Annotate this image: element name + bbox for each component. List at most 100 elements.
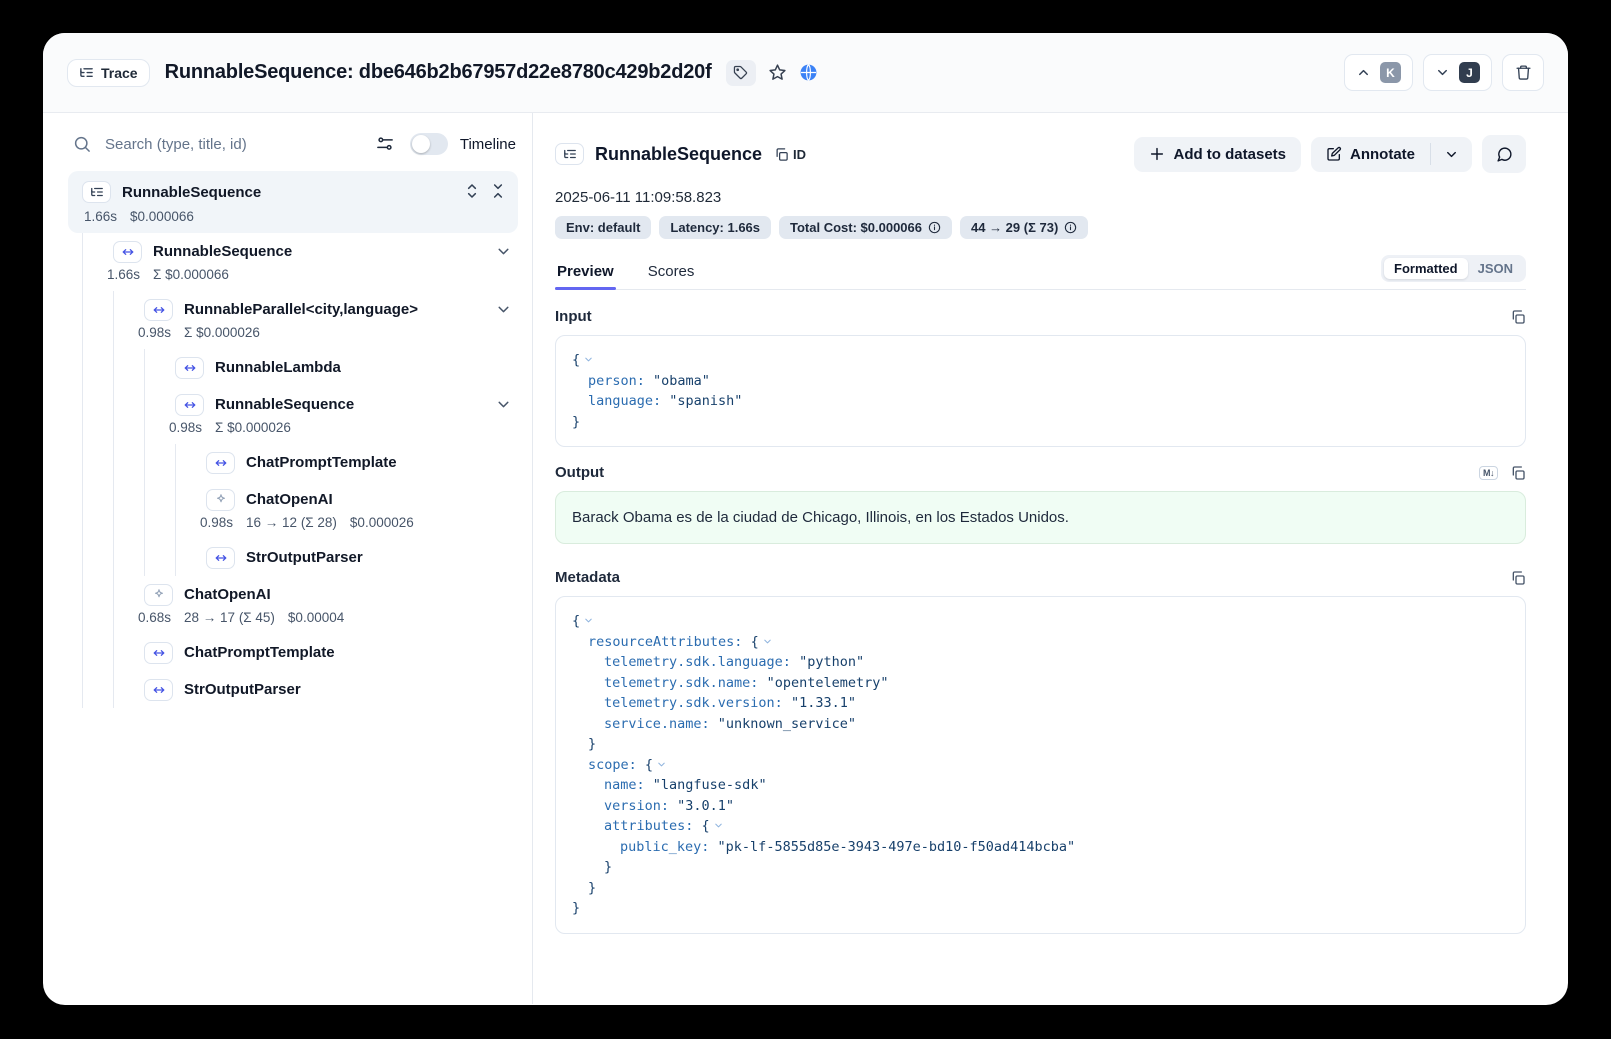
- input-section-label: Input: [555, 308, 592, 325]
- env-badge: Env: default: [555, 216, 651, 239]
- json-string-value: "unknown_service": [718, 716, 856, 732]
- json-key: scope:: [588, 757, 645, 773]
- tab-scores[interactable]: Scores: [646, 257, 697, 289]
- annotate-button[interactable]: Annotate: [1311, 137, 1430, 172]
- tree-row-label: RunnableSequence: [215, 396, 354, 413]
- span-icon: [206, 452, 235, 474]
- json-string-value: "1.33.1": [791, 695, 856, 711]
- tree-row-label: RunnableLambda: [215, 359, 341, 376]
- chevron-down-icon[interactable]: [495, 396, 512, 413]
- json-collapse-chevron-icon[interactable]: [583, 350, 594, 371]
- expand-all-icon[interactable]: [464, 183, 480, 199]
- tree-children: ChatPromptTemplateChatOpenAI0.98s16 → 12…: [175, 444, 518, 576]
- json-brace: {: [645, 757, 653, 773]
- json-brace: }: [588, 736, 596, 752]
- search-input[interactable]: [105, 136, 376, 153]
- preview-tabs: Preview Scores Formatted JSON: [555, 255, 1526, 290]
- tree-root-row[interactable]: RunnableSequence 1.66s $0.000066: [68, 171, 518, 233]
- trace-icon: [82, 181, 111, 203]
- json-collapse-chevron-icon[interactable]: [656, 755, 667, 776]
- info-icon[interactable]: [1064, 221, 1077, 234]
- tree-row[interactable]: RunnableSequence: [145, 386, 518, 423]
- copy-icon[interactable]: [1510, 570, 1526, 586]
- chevron-down-icon[interactable]: [495, 243, 512, 260]
- annotate-button-group: Annotate: [1311, 137, 1472, 172]
- app-window: Trace RunnableSequence: dbe646b2b67957d2…: [43, 33, 1568, 1005]
- json-key: resourceAttributes:: [588, 634, 751, 650]
- json-brace: }: [572, 414, 580, 430]
- output-text: Barack Obama es de la ciudad de Chicago,…: [555, 491, 1526, 544]
- tree-row-label: StrOutputParser: [246, 549, 363, 566]
- trace-badge-label: Trace: [101, 65, 138, 81]
- tree-children: RunnableSequence1.66sΣ $0.000066Runnable…: [82, 233, 518, 708]
- tree-row[interactable]: RunnableParallel<city,language>: [114, 291, 518, 328]
- star-icon: [768, 63, 787, 82]
- json-string-value: "opentelemetry": [767, 675, 889, 691]
- tree-row[interactable]: RunnableLambda: [145, 349, 518, 386]
- tree-row[interactable]: ChatPromptTemplate: [176, 444, 518, 481]
- trace-meta-badges: Env: default Latency: 1.66s Total Cost: …: [555, 216, 1526, 239]
- trace-tree: RunnableSequence 1.66s $0.000066 Runnabl…: [43, 165, 532, 708]
- copy-id-button[interactable]: ID: [774, 147, 806, 162]
- public-share-button[interactable]: [799, 63, 818, 82]
- annotate-dropdown-button[interactable]: [1431, 138, 1472, 171]
- tree-row[interactable]: ChatPromptTemplate: [114, 634, 518, 671]
- next-trace-button[interactable]: J: [1423, 54, 1492, 91]
- json-brace: {: [751, 634, 759, 650]
- json-brace: }: [604, 859, 612, 875]
- add-to-datasets-button[interactable]: Add to datasets: [1134, 137, 1301, 172]
- trace-type-badge: Trace: [67, 59, 150, 87]
- format-option-json[interactable]: JSON: [1468, 258, 1523, 279]
- tree-row[interactable]: StrOutputParser: [176, 539, 518, 576]
- json-key: attributes:: [604, 818, 702, 834]
- json-key: person:: [588, 373, 653, 389]
- markdown-icon[interactable]: M↓: [1479, 466, 1498, 480]
- comment-icon: [1496, 146, 1513, 163]
- tree-row[interactable]: ChatOpenAI: [114, 576, 518, 613]
- format-segmented-control: Formatted JSON: [1381, 255, 1526, 282]
- copy-icon: [774, 147, 789, 162]
- tree-row[interactable]: RunnableSequence: [83, 233, 518, 270]
- copy-icon[interactable]: [1510, 465, 1526, 481]
- tree-row-metrics: 1.66sΣ $0.000066: [83, 267, 518, 291]
- chevron-down-icon: [1435, 65, 1450, 80]
- collapse-all-icon[interactable]: [490, 183, 506, 199]
- json-collapse-chevron-icon[interactable]: [713, 816, 724, 837]
- tree-row-metrics: 0.68s28 → 17 (Σ 45)$0.00004: [114, 610, 518, 634]
- trace-sidebar: Timeline RunnableSequence 1.66s $0.00006…: [43, 113, 533, 1004]
- chevron-down-icon[interactable]: [495, 301, 512, 318]
- json-key: public_key:: [620, 839, 718, 855]
- trash-icon: [1515, 64, 1532, 81]
- prev-trace-button[interactable]: K: [1344, 54, 1413, 91]
- copy-icon[interactable]: [1510, 309, 1526, 325]
- bookmark-star-button[interactable]: [768, 63, 787, 82]
- format-option-formatted[interactable]: Formatted: [1384, 258, 1468, 279]
- json-collapse-chevron-icon[interactable]: [762, 632, 773, 653]
- latency-badge: Latency: 1.66s: [659, 216, 771, 239]
- output-section-label: Output: [555, 464, 604, 481]
- observation-title: RunnableSequence: [595, 144, 762, 165]
- json-collapse-chevron-icon[interactable]: [583, 611, 594, 632]
- span-icon: [144, 299, 173, 321]
- json-string-value: "python": [799, 654, 864, 670]
- tree-row-label: ChatOpenAI: [184, 586, 271, 603]
- id-label: ID: [793, 147, 806, 162]
- tree-row[interactable]: StrOutputParser: [114, 671, 518, 708]
- input-json-viewer: {person: "obama"language: "spanish"}: [555, 335, 1526, 447]
- tab-preview[interactable]: Preview: [555, 257, 616, 289]
- span-icon: [144, 642, 173, 664]
- delete-trace-button[interactable]: [1502, 54, 1544, 91]
- info-icon[interactable]: [928, 221, 941, 234]
- globe-icon: [799, 63, 818, 82]
- span-icon: [206, 547, 235, 569]
- span-icon: [113, 241, 142, 263]
- generation-icon: [144, 584, 173, 606]
- tag-button[interactable]: [726, 60, 756, 86]
- tree-filter-button[interactable]: [376, 135, 394, 153]
- json-string-value: "langfuse-sdk": [653, 777, 767, 793]
- tree-root-label: RunnableSequence: [122, 184, 261, 201]
- timeline-toggle[interactable]: [410, 133, 448, 155]
- tree-row[interactable]: ChatOpenAI: [176, 481, 518, 518]
- span-icon: [175, 357, 204, 379]
- comments-button[interactable]: [1482, 135, 1526, 173]
